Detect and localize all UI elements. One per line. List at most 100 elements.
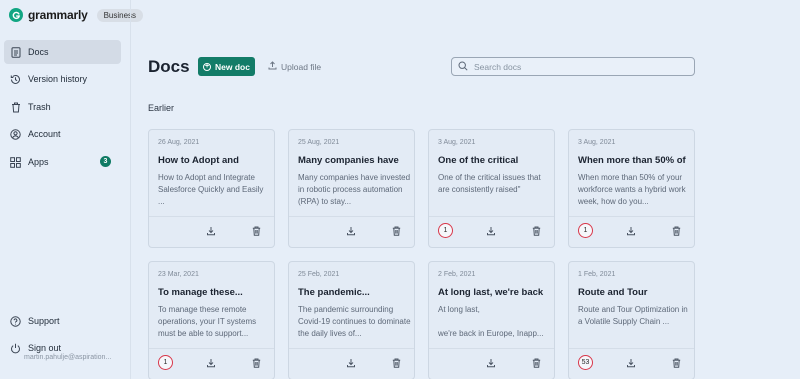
- doc-card[interactable]: 23 Mar, 2021 To manage these... To manag…: [148, 261, 275, 379]
- doc-title: How to Adopt and: [158, 155, 239, 166]
- download-icon[interactable]: [485, 225, 497, 237]
- plus-icon: +: [203, 62, 212, 71]
- sidebar-item-label: Support: [28, 316, 60, 326]
- account-icon: [10, 128, 21, 140]
- doc-date: 1 Feb, 2021: [578, 271, 616, 278]
- card-divider: [429, 216, 554, 217]
- score-badge[interactable]: 1: [438, 223, 453, 238]
- doc-card[interactable]: 1 Feb, 2021 Route and Tour Route and Tou…: [568, 261, 695, 379]
- download-icon[interactable]: [205, 357, 217, 369]
- doc-card[interactable]: 26 Aug, 2021 How to Adopt and How to Ado…: [148, 129, 275, 248]
- card-divider: [149, 348, 274, 349]
- card-divider: [429, 348, 554, 349]
- plan-badge: Business: [96, 8, 144, 22]
- doc-title: One of the critical: [438, 155, 519, 166]
- apps-count-badge: 3: [100, 156, 111, 167]
- card-divider: [569, 348, 694, 349]
- grammarly-logo-icon: [9, 8, 23, 22]
- score-badge[interactable]: 53: [578, 355, 593, 370]
- doc-snippet: To manage these remote operations, your …: [158, 305, 257, 338]
- apps-icon: [10, 156, 21, 168]
- download-icon[interactable]: [345, 357, 357, 369]
- power-icon: [10, 343, 21, 354]
- card-divider: [289, 216, 414, 217]
- search-box: [451, 57, 695, 76]
- doc-title: Many companies have: [298, 155, 399, 166]
- doc-title: To manage these...: [158, 287, 243, 298]
- doc-title: The pandemic...: [298, 287, 370, 298]
- doc-snippet: Many companies have invested in robotic …: [298, 173, 411, 206]
- top-bar: grammarly Business: [0, 0, 800, 30]
- doc-card[interactable]: 3 Aug, 2021 One of the critical One of t…: [428, 129, 555, 248]
- sidebar-item-apps[interactable]: Apps 3: [4, 150, 121, 174]
- upload-icon: [268, 61, 277, 72]
- doc-snippet: The pandemic surrounding Covid-19 contin…: [298, 305, 411, 338]
- doc-title: Route and Tour: [578, 287, 648, 298]
- sidebar-item-account[interactable]: Account: [4, 122, 121, 146]
- doc-date: 2 Feb, 2021: [438, 271, 476, 278]
- score-badge[interactable]: 1: [158, 355, 173, 370]
- download-icon[interactable]: [625, 357, 637, 369]
- doc-date: 25 Feb, 2021: [298, 271, 340, 278]
- new-doc-button[interactable]: + New doc: [198, 57, 255, 76]
- doc-title: At long last, we're back: [438, 287, 544, 298]
- doc-snippet: When more than 50% of your workforce wan…: [578, 173, 686, 206]
- page-title: Docs: [148, 57, 190, 76]
- sidebar-item-docs[interactable]: Docs: [4, 40, 121, 64]
- sidebar-item-version-history[interactable]: Version history: [4, 67, 121, 91]
- help-icon: [10, 315, 21, 327]
- doc-title: When more than 50% of: [578, 155, 686, 166]
- history-icon: [10, 74, 21, 85]
- sidebar-item-trash[interactable]: Trash: [4, 95, 121, 119]
- doc-card[interactable]: 25 Aug, 2021 Many companies have Many co…: [288, 129, 415, 248]
- upload-label: Upload file: [281, 61, 322, 72]
- trash-icon: [10, 102, 21, 113]
- card-divider: [149, 216, 274, 217]
- delete-icon[interactable]: [530, 357, 542, 369]
- doc-snippet: One of the critical issues that are cons…: [438, 173, 541, 194]
- delete-icon[interactable]: [670, 357, 682, 369]
- upload-file-button[interactable]: Upload file: [268, 59, 321, 74]
- sidebar-item-label: Sign out: [28, 343, 62, 353]
- delete-icon[interactable]: [250, 225, 262, 237]
- delete-icon[interactable]: [670, 225, 682, 237]
- sidebar-item-label: Trash: [28, 102, 51, 112]
- card-divider: [289, 348, 414, 349]
- doc-card[interactable]: 3 Aug, 2021 When more than 50% of When m…: [568, 129, 695, 248]
- doc-date: 23 Mar, 2021: [158, 271, 199, 278]
- sidebar-divider: [130, 0, 131, 379]
- sidebar-item-label: Apps: [28, 157, 49, 167]
- search-icon: [458, 58, 468, 76]
- doc-date: 3 Aug, 2021: [578, 139, 616, 146]
- download-icon[interactable]: [625, 225, 637, 237]
- sidebar-item-label: Docs: [28, 47, 49, 57]
- sidebar-item-label: Account: [28, 129, 61, 139]
- sidebar-item-support[interactable]: Support: [4, 309, 121, 333]
- delete-icon[interactable]: [530, 225, 542, 237]
- brand-name: grammarly: [28, 8, 88, 22]
- logo[interactable]: grammarly Business: [9, 8, 144, 22]
- user-email: martin.pahulje@aspiration...: [24, 354, 112, 361]
- card-divider: [569, 216, 694, 217]
- doc-card[interactable]: 2 Feb, 2021 At long last, we're back At …: [428, 261, 555, 379]
- doc-date: 3 Aug, 2021: [438, 139, 476, 146]
- download-icon[interactable]: [205, 225, 217, 237]
- doc-snippet: At long last, we're back in Europe, Inap…: [438, 305, 544, 338]
- delete-icon[interactable]: [250, 357, 262, 369]
- download-icon[interactable]: [485, 357, 497, 369]
- doc-icon: [10, 46, 21, 58]
- doc-date: 25 Aug, 2021: [298, 139, 340, 146]
- sidebar: Docs Version history Trash Account Apps …: [0, 30, 130, 379]
- download-icon[interactable]: [345, 225, 357, 237]
- sidebar-item-label: Version history: [28, 74, 88, 84]
- score-badge[interactable]: 1: [578, 223, 593, 238]
- doc-date: 26 Aug, 2021: [158, 139, 200, 146]
- doc-snippet: How to Adopt and Integrate Salesforce Qu…: [158, 173, 264, 206]
- new-doc-label: New doc: [215, 61, 250, 72]
- doc-card[interactable]: 25 Feb, 2021 The pandemic... The pandemi…: [288, 261, 415, 379]
- delete-icon[interactable]: [390, 357, 402, 369]
- section-label: Earlier: [148, 103, 175, 113]
- search-input[interactable]: [474, 61, 674, 72]
- delete-icon[interactable]: [390, 225, 402, 237]
- doc-snippet: Route and Tour Optimization in a Volatil…: [578, 305, 688, 326]
